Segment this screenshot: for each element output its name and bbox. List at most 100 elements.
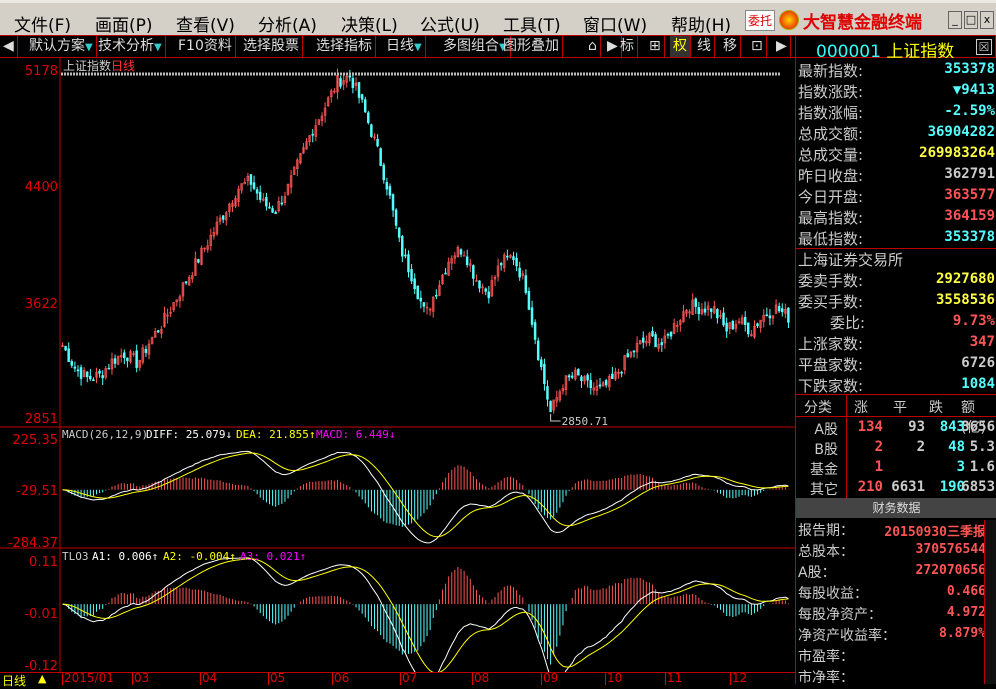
menu-item[interactable]: 分析(A) <box>258 11 317 36</box>
candle-body <box>113 358 117 364</box>
x-axis: 日线 ▲ 2015/01 03 04 05 06 07 08 09 10 11 12 <box>0 671 795 688</box>
logo-icon <box>779 10 800 30</box>
toolbar-button[interactable]: ⌂ <box>585 36 601 57</box>
finance-label: 每股净资产： <box>798 607 882 623</box>
toolbar-button-label: 选择股票 <box>243 38 299 54</box>
candle-body <box>249 174 253 185</box>
candle-body <box>73 366 77 369</box>
quote-panel: 最新指数: 353378 指数涨跌: ▼9413 指数涨幅: -2.59% 总成交额: 369… <box>795 58 996 686</box>
breadth-header: 分类 <box>804 400 832 416</box>
candle-body <box>589 379 592 389</box>
maximize-button[interactable]: □ <box>964 11 978 29</box>
candle-body <box>265 196 268 207</box>
quote-label: 指数涨幅: <box>798 104 864 122</box>
candle-body <box>410 269 413 282</box>
menu-item[interactable]: 帮助(H) <box>671 11 731 36</box>
month-label: 2015/01 <box>62 671 114 685</box>
toolbar-button[interactable]: F10资料 <box>175 36 236 57</box>
exchange-title: 上海证券交易所 <box>798 251 904 269</box>
menu-item[interactable]: 决策(L) <box>341 11 398 36</box>
menu-item[interactable]: 文件(F) <box>14 11 71 36</box>
candle-body <box>536 340 540 360</box>
finance-label: 总股本： <box>798 544 854 560</box>
candle-body <box>716 309 719 319</box>
breadth-category: 其它 <box>810 482 838 498</box>
menu-item[interactable]: 查看(V) <box>176 11 235 36</box>
breadth-value: 48 <box>948 439 965 455</box>
low-annotation-line <box>550 413 561 422</box>
close-panel-icon[interactable]: ☒ <box>976 39 992 55</box>
quote-value: -2.59% <box>944 103 995 119</box>
toolbar-button[interactable]: ⊞ <box>646 36 665 57</box>
menu-item[interactable]: 公式(U) <box>420 11 480 36</box>
period-selector[interactable]: 日线 <box>2 672 26 689</box>
finance-row: 每股净资产： 4.972 <box>798 604 988 625</box>
menu-item[interactable]: 窗口(W) <box>583 11 647 36</box>
toolbar-button[interactable]: 权 <box>670 36 691 57</box>
macd-tick-label: -284.37 <box>7 536 58 551</box>
breadth-value: 2 <box>916 439 925 455</box>
toolbar-button[interactable]: 选择股票 <box>240 36 303 57</box>
exchange-row: 下跌家数: 1084 <box>798 375 996 396</box>
exchange-value: 347 <box>969 334 995 350</box>
candle-body <box>586 374 589 381</box>
quote-value: 363577 <box>944 187 995 203</box>
toolbar-button[interactable]: 线 <box>694 36 715 57</box>
finance-row: 市盈率： <box>798 646 988 667</box>
triangle-up-icon[interactable]: ▲ <box>38 672 46 685</box>
finance-scrollbar[interactable] <box>984 520 996 684</box>
candle-body <box>351 78 355 88</box>
close-button[interactable]: x <box>980 11 994 29</box>
toolbar-button-label: ⌂ <box>588 38 597 54</box>
candle-body <box>382 164 385 181</box>
candle-body <box>743 316 747 326</box>
candle-body <box>472 265 475 279</box>
toolbar-button[interactable]: 默认方案▼ <box>26 36 97 57</box>
menu-item[interactable]: 画面(P) <box>95 11 153 36</box>
candle-body <box>694 298 697 307</box>
candle-body <box>268 206 271 209</box>
quote-label: 指数涨跌: <box>798 83 864 101</box>
trade-button[interactable]: 委托 <box>745 9 776 31</box>
toolbar-button[interactable]: 标 <box>617 36 638 57</box>
minimize-button[interactable]: _ <box>948 11 962 29</box>
toolbar-button-label: 权 <box>673 38 687 54</box>
finance-label: 净资产收益率： <box>798 628 896 644</box>
quote-label: 今日开盘: <box>798 188 864 206</box>
chart-area[interactable]: 2850.71 <box>0 58 795 672</box>
toolbar-button-label: 技术分析 <box>98 38 154 54</box>
quote-label: 最新指数: <box>798 62 864 80</box>
candle-body <box>76 369 80 372</box>
quote-row: 最高指数: 364159 <box>798 207 996 228</box>
toolbar-button[interactable]: 选择指标 <box>313 36 376 57</box>
brand: 委托 大智慧金融终端 <box>745 8 922 33</box>
toolbar-button[interactable]: ▶ <box>773 36 791 57</box>
candle-body <box>626 353 630 358</box>
finance-header[interactable]: 财务数据 <box>796 498 996 518</box>
finance-row: 报告期： 20150930三季报 <box>798 520 988 541</box>
candle-body <box>459 249 463 255</box>
macd-name: MACD(26,12,9) <box>62 428 149 441</box>
toolbar-button[interactable]: 技术分析▼ <box>95 36 166 57</box>
toolbar-button[interactable]: 日线▼ <box>383 36 426 57</box>
toolbar-button[interactable]: 移 <box>720 36 741 57</box>
breadth-value: 3 <box>956 459 965 475</box>
breadth-value: 3656 <box>961 419 995 435</box>
finance-row: 总股本： 370576544 <box>798 541 988 562</box>
toolbar-button-label: 选择指标 <box>316 38 372 54</box>
candle-body <box>524 275 528 293</box>
finance-label: 报告期： <box>798 523 854 539</box>
toolbar-button[interactable]: 图形叠加 <box>500 36 563 57</box>
candle-body <box>444 272 447 275</box>
chart-title: 上证指数日线 <box>63 57 135 74</box>
candle-body <box>419 297 423 302</box>
toolbar-button-label: 默认方案 <box>29 38 85 54</box>
toolbar-button-label: 多图组合 <box>443 38 499 54</box>
toolbar-button[interactable]: ◀ <box>0 36 18 57</box>
menu-item[interactable]: 工具(T) <box>503 11 561 36</box>
quote-row: 总成交量: 269983264 <box>798 144 996 165</box>
toolbar-button[interactable]: ⊡ <box>748 36 767 57</box>
candle-body <box>641 337 645 343</box>
candle-body <box>604 380 608 386</box>
candle-body <box>533 322 537 340</box>
